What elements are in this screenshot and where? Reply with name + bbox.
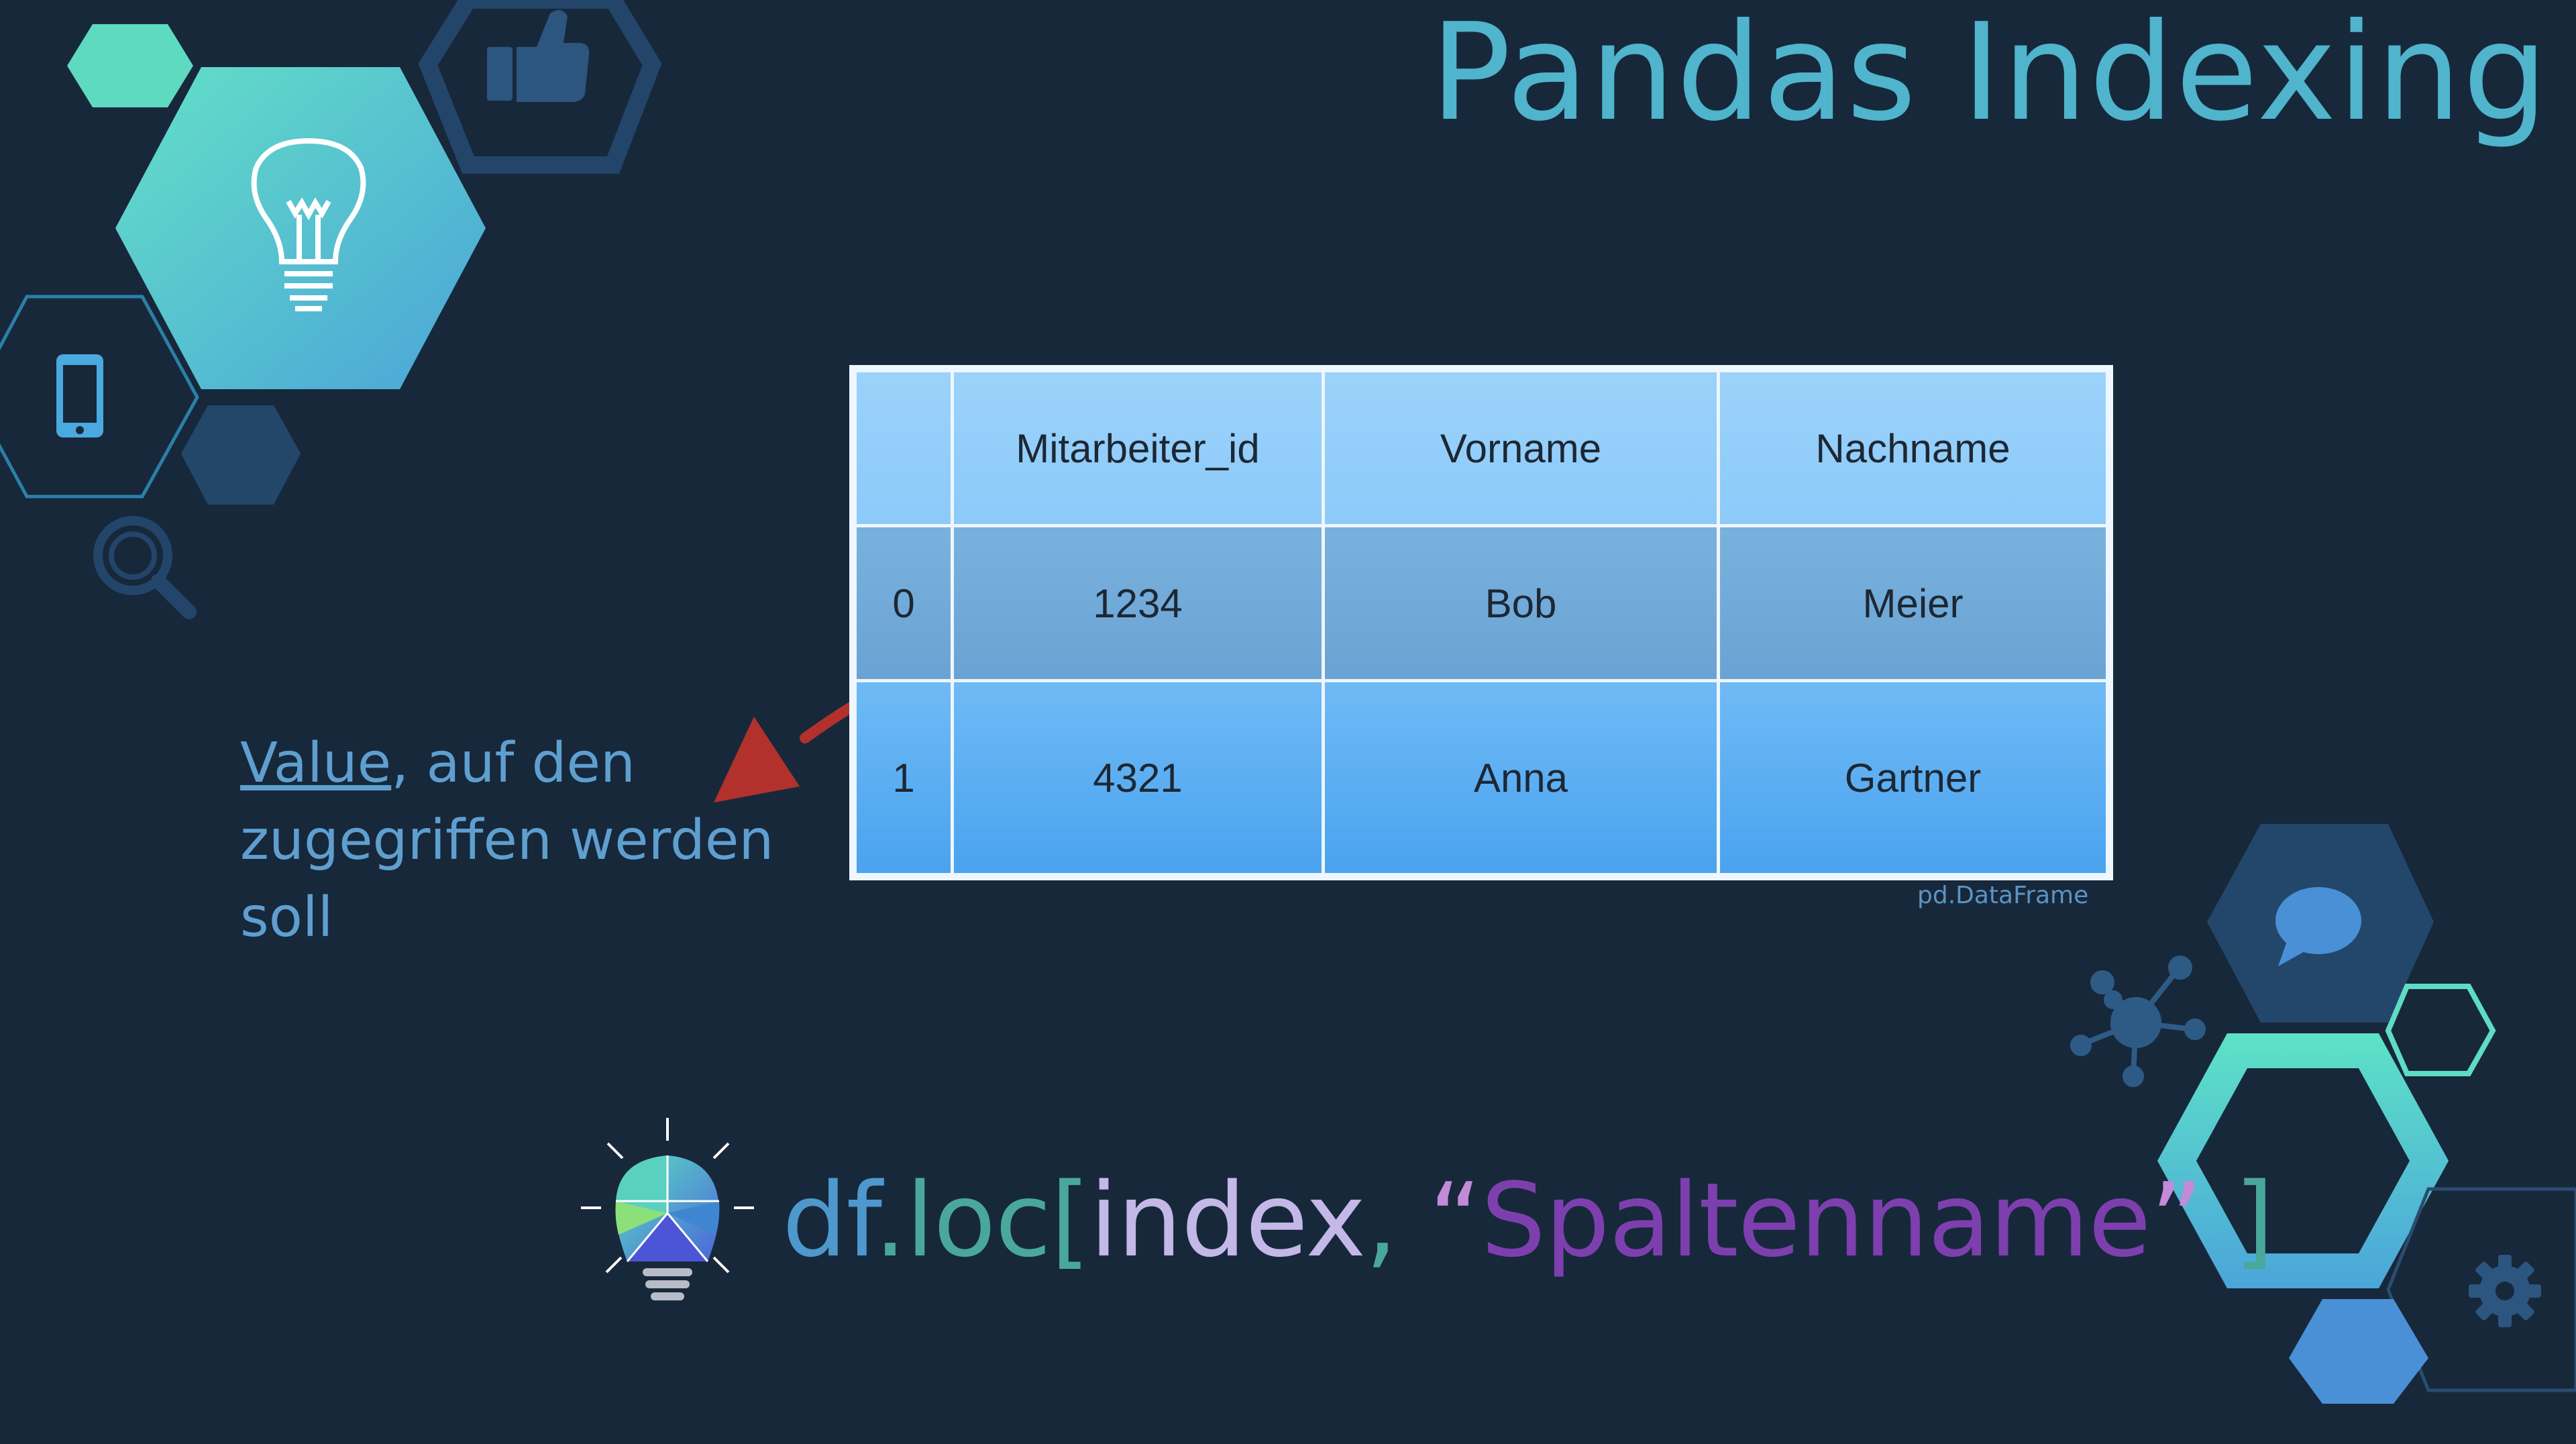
header-cell — [853, 369, 954, 527]
code-open-quote: “ — [1397, 1161, 1482, 1280]
hexagon-small-teal — [67, 24, 193, 107]
code-close-quote: ” — [2150, 1161, 2235, 1280]
smartphone-icon — [56, 354, 103, 437]
thumbs-up-icon — [487, 9, 590, 102]
header-cell: Mitarbeiter_id — [951, 369, 1325, 527]
code-syntax: df.loc[index, “Spaltenname” ] — [782, 1161, 2274, 1280]
code-df: df — [782, 1161, 875, 1280]
table-cell: Bob — [1322, 524, 1720, 682]
hexagon-small-outline — [2385, 984, 2496, 1076]
code-close-bracket: ] — [2234, 1161, 2274, 1280]
table-caption: pd.DataFrame — [1917, 882, 2089, 909]
table-cell: Gartner — [1717, 679, 2109, 876]
index-cell: 1 — [853, 679, 954, 876]
annotation-keyword: Value — [240, 731, 392, 795]
index-cell: 0 — [853, 524, 954, 682]
slide-title: Pandas Indexing — [1430, 0, 2549, 151]
table-cell: 4321 — [951, 679, 1325, 876]
magnifier-icon — [93, 516, 197, 619]
table-header-row: Mitarbeiter_id Vorname Nachname — [853, 369, 2109, 527]
table-row: 1 4321 Anna Gartner — [853, 679, 2109, 876]
colorful-lightbulb-icon — [581, 1118, 754, 1300]
header-cell: Nachname — [1717, 369, 2109, 527]
highlighted-value-cell: 1234 — [951, 524, 1325, 682]
table-row: 0 1234 Bob Meier — [853, 524, 2109, 682]
dataframe-table: Mitarbeiter_id Vorname Nachname 0 1234 B… — [853, 369, 2109, 876]
arrow-annotation: Value, auf den zugegriffen werden soll — [240, 725, 817, 956]
table-cell: Anna — [1322, 679, 1720, 876]
code-open-bracket: [ — [1051, 1161, 1090, 1280]
header-cell: Vorname — [1322, 369, 1720, 527]
table-cell: Meier — [1717, 524, 2109, 682]
hexagon-blue-bottom — [2289, 1299, 2428, 1404]
code-index: index — [1089, 1161, 1366, 1280]
gear-icon — [2469, 1255, 2541, 1327]
code-loc: .loc — [873, 1161, 1051, 1280]
network-icon — [2070, 956, 2206, 1087]
code-column-name: Spaltenname — [1481, 1161, 2151, 1280]
code-comma: , — [1365, 1161, 1397, 1280]
hexagon-dark-blue — [181, 405, 301, 505]
